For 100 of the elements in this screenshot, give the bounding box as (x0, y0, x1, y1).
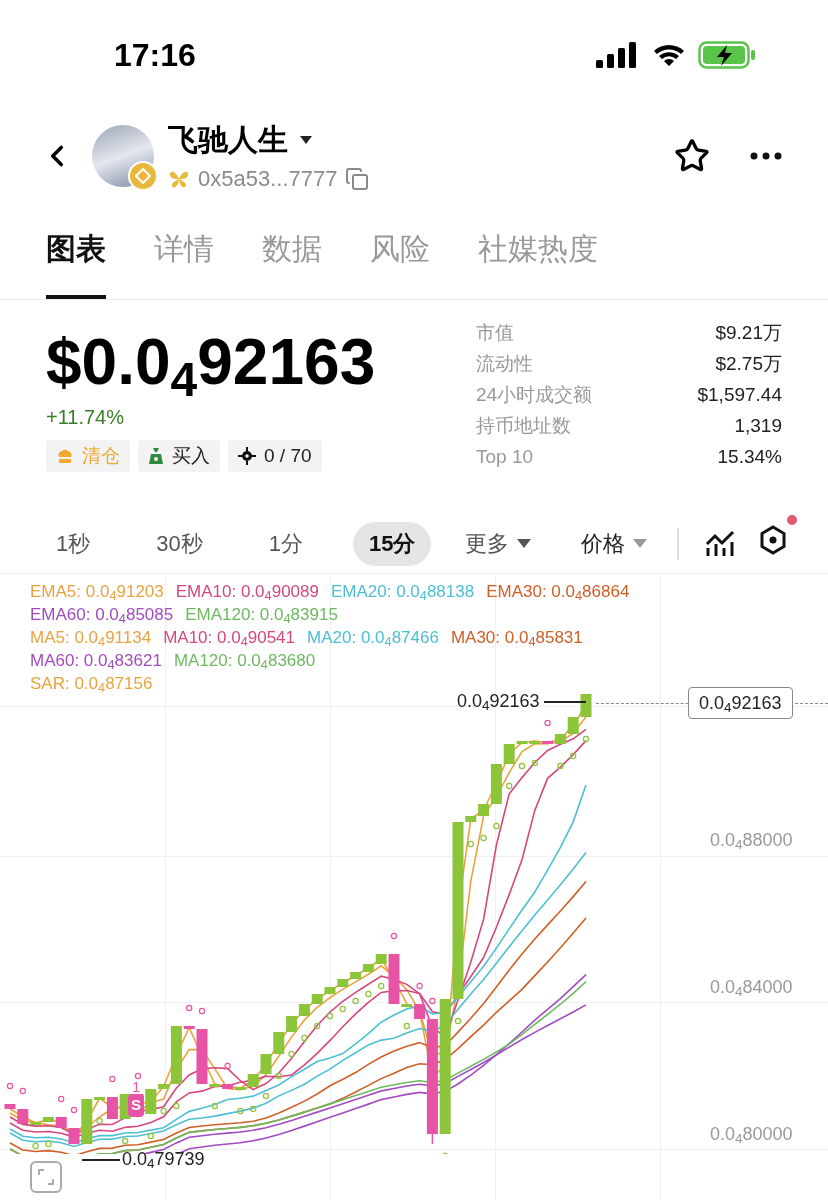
chef-hat-icon (56, 448, 74, 464)
more-button[interactable] (750, 152, 782, 160)
tag-button[interactable]: 买入 (138, 440, 220, 472)
timeframe-button[interactable]: 1分 (252, 521, 319, 566)
indicator-button[interactable] (705, 529, 736, 558)
sar-dot (506, 782, 513, 790)
sar-dot (262, 1092, 270, 1100)
stat-label: 持币地址数 (476, 414, 571, 439)
tab[interactable]: 图表 (46, 233, 106, 299)
caret-icon (517, 539, 532, 548)
sar-dot (211, 1102, 218, 1110)
stat-label: 24小时成交额 (476, 383, 593, 408)
sar-dot (416, 982, 423, 990)
price-change: +11.74% (46, 405, 126, 430)
axis-label: 0.0$_{4}$80000 (710, 1123, 793, 1148)
wifi-icon (652, 42, 686, 68)
low-price-label: 0.0$_{4}$79739 (122, 1148, 205, 1173)
sar-dot (122, 1137, 129, 1145)
copy-button[interactable] (345, 166, 370, 191)
stat-value: $2.75万 (715, 352, 782, 377)
sar-dot (570, 752, 577, 760)
sar-dot (70, 1106, 78, 1114)
copy-icon (345, 166, 370, 191)
sar-dot (134, 1072, 142, 1080)
indicator-value: MA30: 0.0$_{4}$85831 (450, 627, 583, 649)
stat-value: 15.34% (717, 445, 782, 470)
sar-dot (32, 1142, 39, 1150)
candle (273, 1032, 285, 1054)
tag-button[interactable]: 0 / 70 (228, 440, 322, 472)
indicator-value: EMA20: 0.0$_{4}$88138 (330, 581, 475, 603)
current-price-tag: 0.0$_{4}$92163 (688, 687, 793, 719)
sar-dot (352, 997, 359, 1005)
more-icon (750, 152, 782, 160)
settings-button[interactable] (759, 525, 788, 555)
timeframe-button[interactable]: 30秒 (140, 521, 219, 566)
dropdown-button[interactable]: 价格 (581, 527, 648, 560)
sar-dot (45, 1140, 52, 1148)
candle (286, 1016, 298, 1032)
sar-dot (314, 1022, 321, 1030)
indicator-value: MA60: 0.0$_{4}$83621 (30, 650, 162, 672)
indicator-value: MA20: 0.0$_{4}$87466 (307, 627, 439, 649)
sar-dot (109, 1075, 116, 1083)
sar-dot (480, 834, 487, 842)
high-price-label: 0.0$_{4}$92163 (457, 690, 540, 715)
indicator-value: EMA120: 0.0$_{4}$83915 (185, 604, 338, 626)
sar-dot (557, 762, 564, 770)
indicator-value: SAR: 0.0$_{4}$87156 (30, 673, 153, 695)
sar-dot (403, 1022, 410, 1030)
crosshair-icon (238, 447, 256, 465)
sar-dot (186, 1004, 193, 1012)
sar-dot (518, 762, 526, 770)
sar-dot (198, 1007, 206, 1015)
sar-dot (275, 1072, 282, 1080)
caret-icon (300, 135, 312, 144)
sar-dot (378, 982, 385, 990)
chart-indicator-icon (705, 529, 736, 558)
sar-dot (224, 1062, 231, 1070)
sar-dot (288, 1050, 295, 1058)
stat-label: Top 10 (476, 445, 534, 470)
sar-dot (237, 1107, 244, 1115)
stat-value: $1,597.44 (697, 383, 782, 408)
trade-marker: 1 (132, 1077, 141, 1097)
stat-value: $9.21万 (715, 321, 782, 346)
indicator-value: MA120: 0.0$_{4}$83680 (173, 650, 316, 672)
sar-dot (365, 990, 372, 998)
timeframe-button[interactable]: 15分 (353, 521, 432, 566)
contract-address: 0x5a53...7777 (198, 165, 338, 193)
indicator-value: EMA10: 0.0$_{4}$90089 (175, 581, 319, 603)
candle (298, 1004, 310, 1016)
indicator-value: EMA60: 0.0$_{4}$85085 (30, 604, 174, 626)
sar-dot (326, 1012, 334, 1020)
status-time: 17:16 (114, 36, 196, 75)
axis-label: 0.0$_{4}$88000 (710, 829, 793, 854)
dropdown-button[interactable]: 更多 (465, 527, 532, 560)
sar-dot (390, 932, 398, 940)
caret-icon (633, 539, 648, 548)
sar-dot (582, 735, 590, 743)
sar-dot (250, 1105, 257, 1113)
token-price: $0.0$_{4}$92163 (46, 325, 377, 402)
star-icon (674, 138, 710, 174)
indicator-value: EMA30: 0.0$_{4}$86864 (486, 581, 630, 603)
sar-dot (6, 1082, 14, 1090)
sar-dot (160, 1107, 167, 1115)
stat-label: 流动性 (476, 352, 533, 377)
sar-dot (301, 1034, 308, 1042)
sar-dot (467, 840, 474, 848)
sar-dot (96, 1117, 103, 1125)
axis-label: 0.0$_{4}$84000 (710, 976, 793, 1001)
settings-icon (759, 525, 788, 555)
indicator-value: EMA5: 0.0$_{4}$91203 (30, 581, 164, 603)
favorite-button[interactable] (674, 138, 710, 174)
sar-dot (19, 1087, 26, 1095)
candle (311, 994, 323, 1004)
timeframe-button[interactable]: 1秒 (40, 521, 107, 566)
sar-dot (147, 1132, 154, 1140)
expand-icon (38, 1169, 54, 1185)
indicator-value: MA10: 0.0$_{4}$90541 (163, 627, 296, 649)
sar-dot (339, 1005, 346, 1013)
token-name: 飞驰人生 (168, 122, 288, 158)
trade-marker: S (128, 1094, 144, 1117)
